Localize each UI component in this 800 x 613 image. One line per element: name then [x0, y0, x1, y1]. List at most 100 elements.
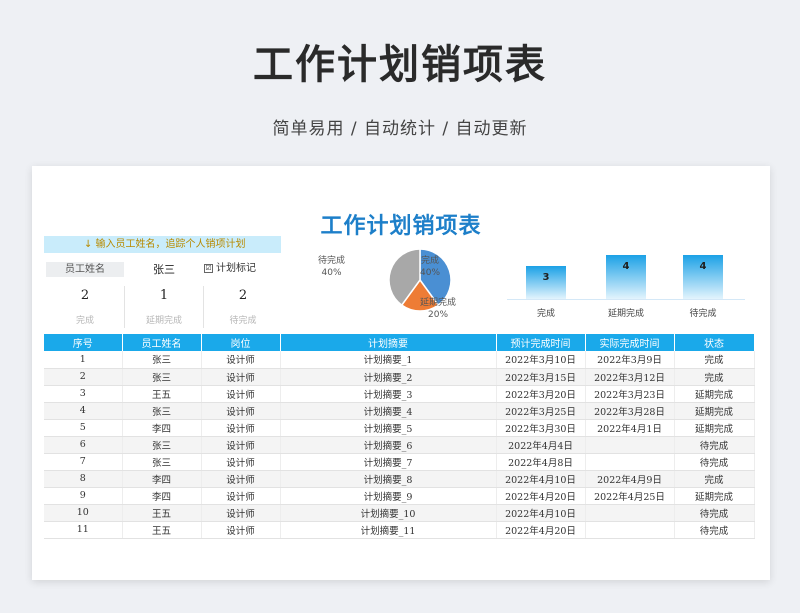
pie-label-done-name: 完成	[421, 256, 440, 266]
cell-index[interactable]: 2	[44, 368, 123, 386]
cell-status[interactable]: 完成	[674, 470, 755, 488]
cell-planned-date[interactable]: 2022年3月15日	[496, 368, 586, 386]
cell-status[interactable]: 完成	[674, 351, 755, 369]
stat-completed: 2 完成	[46, 288, 124, 328]
cell-actual-date[interactable]: 2022年3月28日	[585, 402, 675, 420]
cell-status[interactable]: 待完成	[674, 436, 755, 454]
cell-employee[interactable]: 王五	[122, 521, 202, 539]
cell-planned-date[interactable]: 2022年4月20日	[496, 487, 586, 505]
cell-index[interactable]: 11	[44, 521, 123, 539]
cell-summary[interactable]: 计划摘要_2	[280, 368, 497, 386]
cell-status[interactable]: 延期完成	[674, 385, 755, 403]
cell-index[interactable]: 1	[44, 351, 123, 369]
cell-index[interactable]: 6	[44, 436, 123, 454]
cell-position[interactable]: 设计师	[201, 436, 281, 454]
cell-employee[interactable]: 张三	[122, 402, 202, 420]
cell-employee[interactable]: 李四	[122, 419, 202, 437]
cell-planned-date[interactable]: 2022年3月10日	[496, 351, 586, 369]
cell-actual-date[interactable]: 2022年4月9日	[585, 470, 675, 488]
spreadsheet-panel: 工作计划销项表 ↓ 输入员工姓名，追踪个人销项计划 员工姓名 张三 ☑ 计划标记…	[32, 166, 770, 580]
col-header-position[interactable]: 岗位	[201, 334, 281, 351]
cell-position[interactable]: 设计师	[201, 521, 281, 539]
cell-position[interactable]: 设计师	[201, 470, 281, 488]
cell-position[interactable]: 设计师	[201, 419, 281, 437]
cell-summary[interactable]: 计划摘要_9	[280, 487, 497, 505]
cell-actual-date[interactable]: 2022年3月23日	[585, 385, 675, 403]
cell-summary[interactable]: 计划摘要_8	[280, 470, 497, 488]
cell-actual-date[interactable]	[585, 436, 675, 454]
cell-index[interactable]: 8	[44, 470, 123, 488]
col-header-employee[interactable]: 员工姓名	[122, 334, 202, 351]
cell-actual-date[interactable]	[585, 521, 675, 539]
plan-mark-checkbox[interactable]: ☑	[204, 264, 213, 273]
cell-index[interactable]: 4	[44, 402, 123, 420]
cell-status[interactable]: 完成	[674, 368, 755, 386]
cell-employee[interactable]: 张三	[122, 351, 202, 369]
hero-subtitle: 简单易用 / 自动统计 / 自动更新	[272, 119, 528, 139]
cell-summary[interactable]: 计划摘要_5	[280, 419, 497, 437]
cell-summary[interactable]: 计划摘要_6	[280, 436, 497, 454]
cell-employee[interactable]: 李四	[122, 487, 202, 505]
cell-status[interactable]: 待完成	[674, 453, 755, 471]
table-row: 6 张三 设计师 计划摘要_6 2022年4月4日 待完成	[44, 436, 755, 454]
col-header-summary[interactable]: 计划摘要	[280, 334, 497, 351]
col-header-actual-date[interactable]: 实际完成时间	[585, 334, 675, 351]
cell-position[interactable]: 设计师	[201, 402, 281, 420]
cell-summary[interactable]: 计划摘要_3	[280, 385, 497, 403]
cell-actual-date[interactable]: 2022年3月12日	[585, 368, 675, 386]
cell-position[interactable]: 设计师	[201, 368, 281, 386]
cell-summary[interactable]: 计划摘要_1	[280, 351, 497, 369]
cell-planned-date[interactable]: 2022年4月10日	[496, 504, 586, 522]
cell-index[interactable]: 7	[44, 453, 123, 471]
cell-planned-date[interactable]: 2022年3月30日	[496, 419, 586, 437]
cell-actual-date[interactable]	[585, 504, 675, 522]
cell-status[interactable]: 延期完成	[674, 402, 755, 420]
bar-value-label: 4	[699, 261, 707, 272]
stat-pending-value: 2	[238, 288, 248, 303]
table-row: 3 王五 设计师 计划摘要_3 2022年3月20日 2022年3月23日 延期完成	[44, 385, 755, 403]
table-row: 2 张三 设计师 计划摘要_2 2022年3月15日 2022年3月12日 完成	[44, 368, 755, 386]
cell-position[interactable]: 设计师	[201, 504, 281, 522]
cell-summary[interactable]: 计划摘要_11	[280, 521, 497, 539]
cell-planned-date[interactable]: 2022年3月20日	[496, 385, 586, 403]
cell-position[interactable]: 设计师	[201, 351, 281, 369]
col-header-planned-date[interactable]: 预计完成时间	[496, 334, 586, 351]
cell-position[interactable]: 设计师	[201, 385, 281, 403]
cell-status[interactable]: 延期完成	[674, 487, 755, 505]
cell-employee[interactable]: 张三	[122, 453, 202, 471]
col-header-index[interactable]: 序号	[44, 334, 123, 351]
pie-label-delayed: 延期完成 20%	[420, 297, 456, 321]
col-header-status[interactable]: 状态	[674, 334, 755, 351]
cell-planned-date[interactable]: 2022年4月10日	[496, 470, 586, 488]
employee-name-label: 员工姓名	[46, 262, 124, 277]
table-header-row: 序号 员工姓名 岗位 计划摘要 预计完成时间 实际完成时间 状态	[44, 334, 755, 351]
cell-employee[interactable]: 张三	[122, 368, 202, 386]
cell-index[interactable]: 10	[44, 504, 123, 522]
cell-summary[interactable]: 计划摘要_10	[280, 504, 497, 522]
cell-status[interactable]: 待完成	[674, 504, 755, 522]
cell-status[interactable]: 待完成	[674, 521, 755, 539]
employee-name-input[interactable]: 张三	[132, 262, 196, 277]
cell-employee[interactable]: 李四	[122, 470, 202, 488]
cell-actual-date[interactable]: 2022年4月25日	[585, 487, 675, 505]
cell-actual-date[interactable]: 2022年3月9日	[585, 351, 675, 369]
cell-planned-date[interactable]: 2022年4月8日	[496, 453, 586, 471]
cell-index[interactable]: 5	[44, 419, 123, 437]
cell-position[interactable]: 设计师	[201, 453, 281, 471]
cell-status[interactable]: 延期完成	[674, 419, 755, 437]
cell-index[interactable]: 3	[44, 385, 123, 403]
cell-employee[interactable]: 王五	[122, 385, 202, 403]
cell-employee[interactable]: 王五	[122, 504, 202, 522]
cell-planned-date[interactable]: 2022年4月4日	[496, 436, 586, 454]
cell-index[interactable]: 9	[44, 487, 123, 505]
cell-actual-date[interactable]	[585, 453, 675, 471]
cell-actual-date[interactable]: 2022年4月1日	[585, 419, 675, 437]
cell-planned-date[interactable]: 2022年3月25日	[496, 402, 586, 420]
cell-summary[interactable]: 计划摘要_4	[280, 402, 497, 420]
cell-employee[interactable]: 张三	[122, 436, 202, 454]
table-row: 8 李四 设计师 计划摘要_8 2022年4月10日 2022年4月9日 完成	[44, 470, 755, 488]
cell-planned-date[interactable]: 2022年4月20日	[496, 521, 586, 539]
plan-table: 序号 员工姓名 岗位 计划摘要 预计完成时间 实际完成时间 状态 1 张三 设计师计…	[44, 334, 755, 539]
cell-summary[interactable]: 计划摘要_7	[280, 453, 497, 471]
cell-position[interactable]: 设计师	[201, 487, 281, 505]
